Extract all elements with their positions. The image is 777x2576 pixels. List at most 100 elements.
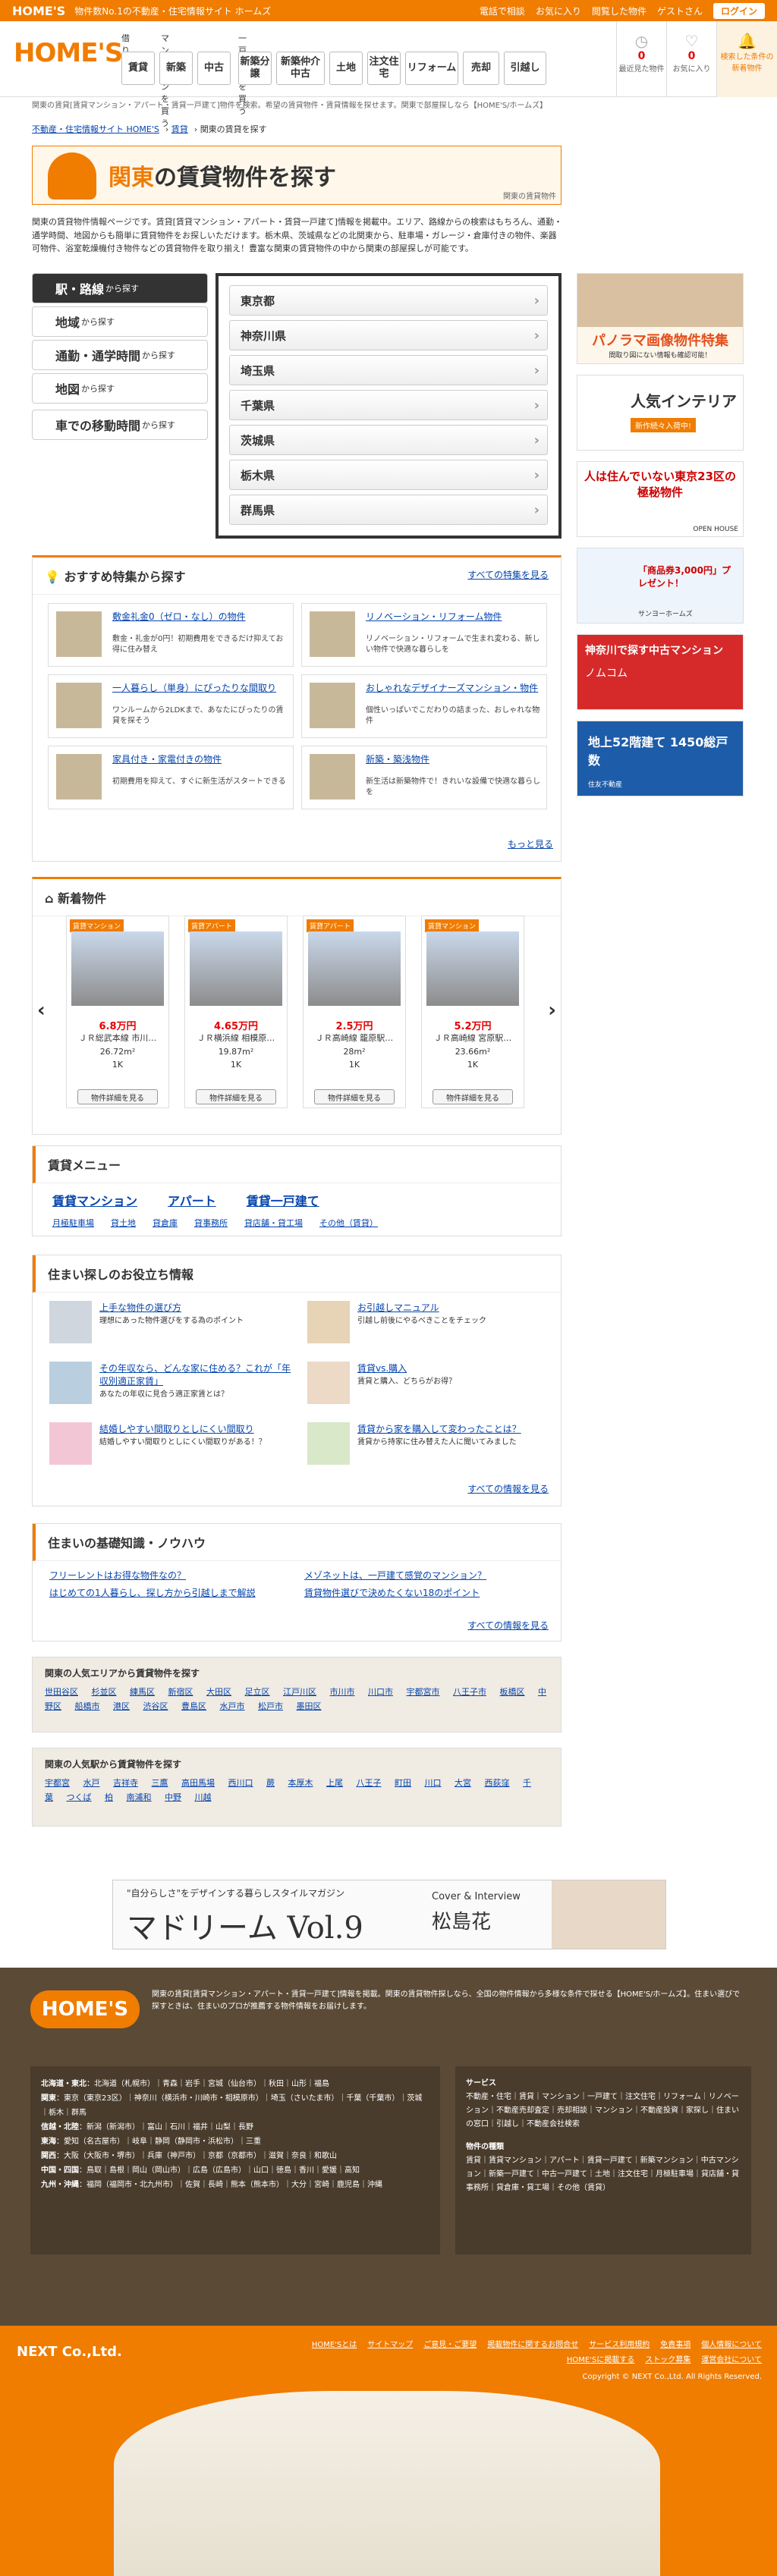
ad-panorama[interactable]: パノラマ画像物件特集 間取り図にない情報も確認可能！ (577, 273, 744, 364)
menu-shop[interactable]: 貸店舗・貸工場 (244, 1217, 303, 1229)
corp-link[interactable]: HOME'Sに掲載する (567, 2356, 634, 2364)
area-link[interactable]: 江戸川区 (283, 1687, 316, 1697)
pref-ibaraki[interactable]: 茨城県 (229, 425, 548, 455)
area-link[interactable]: 豊島区 (181, 1701, 206, 1711)
knowhow-link[interactable]: 賃貸物件選びで決めたくない18のポイント (304, 1586, 544, 1599)
nav-new[interactable]: 新築 (159, 52, 193, 85)
listing-card[interactable]: 賃貸アパート 4.65万円 ＪＲ横浜線 相模原… 19.87m² 1K 物件詳細を見る (184, 916, 288, 1108)
station-link[interactable]: 町田 (395, 1778, 411, 1788)
favorites[interactable]: ♡ 0 お気に入り (666, 21, 716, 97)
ad-nomucom[interactable]: 神奈川で探す中古マンション ノムコム (577, 634, 744, 710)
area-link[interactable]: 水戸市 (220, 1701, 245, 1711)
area-link[interactable]: 市川市 (330, 1687, 355, 1697)
station-link[interactable]: 宇都宮 (45, 1778, 70, 1788)
tip-item[interactable]: お引越しマニュアル 引越し前後にやるべきことをチェック (307, 1301, 550, 1343)
station-link[interactable]: 西川口 (228, 1778, 253, 1788)
menu-warehouse[interactable]: 貸倉庫 (153, 1217, 178, 1229)
tip-item[interactable]: 上手な物件の選び方 理想にあった物件選びをする為のポイント (49, 1301, 292, 1343)
knowhow-link[interactable]: フリーレントはお得な物件なの？ (49, 1569, 289, 1582)
station-link[interactable]: 西荻窪 (485, 1778, 510, 1788)
feature-item[interactable]: 一人暮らし（単身）にぴったりな間取り ワンルームから2LDKまで、あなたにぴったり… (48, 674, 294, 738)
madream-banner[interactable]: "自分らしさ"をデザインする暮らしスタイルマガジン マドリーム Vol.9 Co… (112, 1880, 666, 1949)
recent-viewed[interactable]: ◷ 0 最近見た物件 (616, 21, 666, 97)
listing-card[interactable]: 賃貸マンション 5.2万円 ＪＲ高崎線 宮原駅… 23.66m² 1K 物件詳細を見る (421, 916, 524, 1108)
topbar-brand[interactable]: HOME'S (12, 4, 65, 18)
pref-chiba[interactable]: 千葉県 (229, 390, 548, 420)
station-link[interactable]: 本厚木 (288, 1778, 313, 1788)
menu-house[interactable]: 賃貸一戸建て (247, 1191, 319, 1209)
station-link[interactable]: 川口 (425, 1778, 442, 1788)
tip-item[interactable]: 賃貸vs.購入 賃貸と購入、どちらがお得？ (307, 1362, 550, 1404)
corp-link[interactable]: サイトマップ (367, 2341, 413, 2349)
corp-link[interactable]: 掲載物件に関するお問合せ (487, 2341, 578, 2349)
area-link[interactable]: 世田谷区 (45, 1687, 78, 1697)
area-link[interactable]: 板橋区 (500, 1687, 525, 1697)
ad-openhouse[interactable]: 人は住んでいない東京23区の極秘物件 OPEN HOUSE (577, 461, 744, 537)
featured-all-link[interactable]: すべての特集を見る (467, 568, 549, 581)
station-link[interactable]: 吉祥寺 (113, 1778, 138, 1788)
corp-link[interactable]: ストック募集 (645, 2356, 690, 2364)
tip-item[interactable]: 結婚しやすい間取りとしにくい間取り 結婚しやすい間取りとしにくい間取りがある！？ (49, 1422, 292, 1465)
pref-tochigi[interactable]: 栃木県 (229, 460, 548, 490)
feature-item[interactable]: リノベーション・リフォーム物件 リノベーション・リフォームで生まれ変わる、新しい物… (301, 603, 547, 667)
station-link[interactable]: 中野 (165, 1792, 181, 1802)
nav-custom-house[interactable]: 注文住宅 (367, 52, 401, 85)
area-link[interactable]: 宇都宮市 (407, 1687, 440, 1697)
saved-search-new[interactable]: 🔔 検索した条件の新着物件 (716, 21, 777, 97)
area-link[interactable]: 港区 (113, 1701, 130, 1711)
favorites-link[interactable]: お気に入り (536, 5, 581, 17)
area-link[interactable]: 松戸市 (258, 1701, 283, 1711)
ad-sanyo[interactable]: 「商品券3,000円」プレゼント！ サンヨーホームズ (577, 548, 744, 624)
tip-item[interactable]: 賃貸から家を購入して変わったことは？ 賃貸から持家に住み替えた人に聞いてみました (307, 1422, 550, 1465)
area-link[interactable]: 渋谷区 (143, 1701, 168, 1711)
corp-link[interactable]: HOME'Sとは (312, 2341, 357, 2349)
feature-item[interactable]: 新築・築浅物件 新生活は新築物件で！きれいな設備で快適な暮らしを (301, 746, 547, 809)
tip-item[interactable]: その年収なら、どんな家に住める？これが「年収別適正家賃」 あなたの年収に見合う適正… (49, 1362, 292, 1404)
knowhow-link[interactable]: メゾネットは、一戸建て感覚のマンション？ (304, 1569, 544, 1582)
nav-land[interactable]: 土地 (329, 52, 363, 85)
area-link[interactable]: 大田区 (206, 1687, 231, 1697)
featured-more-link[interactable]: もっと見る (508, 837, 553, 850)
pref-kanagawa[interactable]: 神奈川県 (229, 320, 548, 350)
station-link[interactable]: 川越 (195, 1792, 212, 1802)
tips-all-link[interactable]: すべての情報を見る (467, 1482, 549, 1495)
area-link[interactable]: 川口市 (368, 1687, 393, 1697)
tab-area[interactable]: 地域 から探す (32, 306, 208, 337)
nav-new-chukai[interactable]: 新築仲介中古 (276, 52, 325, 85)
area-link[interactable]: 杉並区 (92, 1687, 117, 1697)
feature-item[interactable]: 家具付き・家電付きの物件 初期費用を抑えて、すぐに新生活がスタートできる (48, 746, 294, 809)
station-link[interactable]: つくば (67, 1792, 92, 1802)
corp-link[interactable]: 運営会社について (701, 2356, 762, 2364)
knowhow-link[interactable]: はじめての1人暮らし、探し方から引越しまで解説 (49, 1586, 289, 1599)
menu-mansion[interactable]: 賃貸マンション (52, 1191, 137, 1209)
station-link[interactable]: 蕨 (266, 1778, 275, 1788)
listing-card[interactable]: 賃貸マンション 6.8万円 ＪＲ総武本線 市川… 26.72m² 1K 物件詳細を見る (66, 916, 169, 1108)
nav-moving[interactable]: 引越し (504, 52, 546, 85)
corp-link[interactable]: 免責事項 (660, 2341, 690, 2349)
breadcrumb-rent[interactable]: 賃貸 (171, 124, 188, 134)
station-link[interactable]: 八王子 (357, 1778, 382, 1788)
menu-parking[interactable]: 月極駐車場 (52, 1217, 94, 1229)
tab-car[interactable]: 車での移動時間 から探す (32, 410, 208, 440)
corp-link[interactable]: ご意見・ご要望 (423, 2341, 477, 2349)
tab-map[interactable]: 地図 から探す (32, 373, 208, 404)
station-link[interactable]: 上尾 (326, 1778, 343, 1788)
feature-item[interactable]: おしゃれなデザイナーズマンション・物件 個性いっぱいでこだわりの詰まった、おしゃれ… (301, 674, 547, 738)
menu-land[interactable]: 貸土地 (111, 1217, 136, 1229)
ad-interior[interactable]: 人気インテリア 新作続々入荷中! (577, 375, 744, 451)
menu-office[interactable]: 貸事務所 (194, 1217, 228, 1229)
tab-commute[interactable]: 通勤・通学時間 から探す (32, 340, 208, 370)
next-logo[interactable]: NEXT Co.,Ltd. (17, 2344, 122, 2360)
phone-link[interactable]: 電話で相談 (480, 5, 525, 17)
footer-logo[interactable]: HOME'S (30, 1990, 140, 2028)
menu-other[interactable]: その他（賃貸） (319, 1217, 378, 1229)
viewed-link[interactable]: 閲覧した物件 (592, 5, 646, 17)
next-arrow-icon[interactable]: › (548, 999, 556, 1022)
station-link[interactable]: 大宮 (455, 1778, 471, 1788)
nav-reform[interactable]: リフォーム (405, 52, 458, 85)
station-link[interactable]: 三鷹 (152, 1778, 168, 1788)
pref-saitama[interactable]: 埼玉県 (229, 355, 548, 385)
knowhow-all-link[interactable]: すべての情報を見る (467, 1619, 549, 1632)
station-link[interactable]: 南浦和 (127, 1792, 152, 1802)
nav-new-bunjou[interactable]: 新築分譲 (238, 52, 272, 85)
